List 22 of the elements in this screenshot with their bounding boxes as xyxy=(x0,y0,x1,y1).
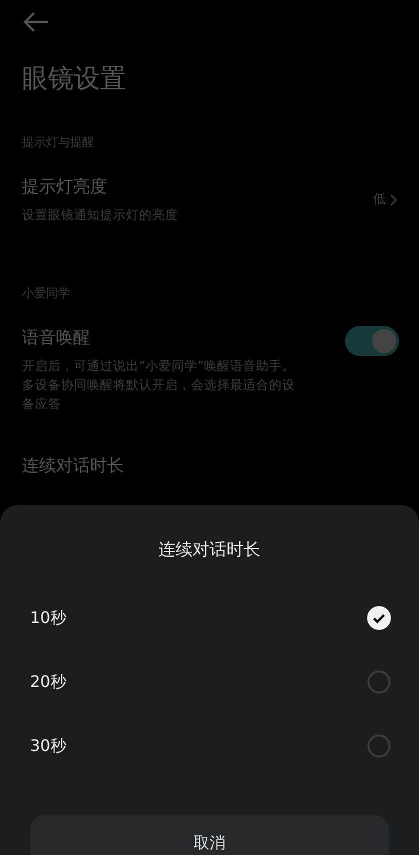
setting-title: 提示灯亮度 xyxy=(22,176,108,200)
back-icon[interactable] xyxy=(22,10,50,34)
setting-description: 开启后，可通过说出“小爱同学”唤醒语音助手。多设备协同唤醒将默认开启，会选择最适合的设备应答 xyxy=(22,356,296,414)
sheet-title: 连续对话时长 xyxy=(158,539,262,562)
chevron-icon xyxy=(390,194,397,206)
setting-description: 设置眼镜通知提示灯的亮度 xyxy=(22,206,178,224)
toggle-switch[interactable] xyxy=(345,326,399,356)
cancel-button[interactable]: 取消 xyxy=(30,815,389,855)
setting-title: 语音唤醒 xyxy=(22,327,91,350)
option-item[interactable]: 30秒 xyxy=(0,714,419,778)
option-item[interactable]: 20秒 xyxy=(0,650,419,714)
option-label: 10秒 xyxy=(30,606,66,628)
option-label: 20秒 xyxy=(30,670,66,692)
setting-title: 连续对话时长 xyxy=(22,454,124,478)
section-header: 小爱同学 xyxy=(22,285,71,302)
section-header: 提示灯与提醒 xyxy=(22,134,95,152)
radio-checked-icon[interactable] xyxy=(367,606,391,630)
radio-icon[interactable] xyxy=(367,670,391,694)
radio-icon[interactable] xyxy=(367,734,391,758)
option-item[interactable]: 10秒 xyxy=(0,586,419,650)
option-label: 30秒 xyxy=(30,734,66,756)
page-title: 眼镜设置 xyxy=(22,64,127,96)
